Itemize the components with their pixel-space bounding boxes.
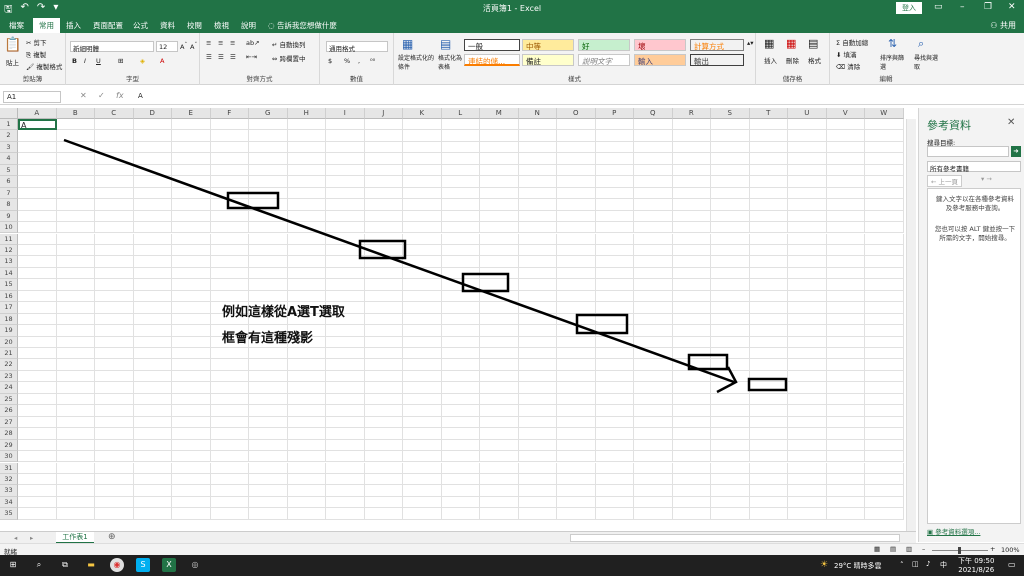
annotation-line-2: 框會有這種殘影 (222, 331, 314, 346)
clock-date: 2021/8/26 (958, 566, 995, 574)
research-help-2: 您也可以按 ALT 鍵並按一下所需的文字，開始搜尋。 (934, 225, 1016, 242)
afterimage-box-3 (461, 272, 510, 293)
pane-close-icon[interactable]: ✕ (1007, 117, 1015, 128)
weather-icon: ☀ (820, 560, 829, 570)
page-break-view-icon[interactable]: ▥ (906, 545, 912, 553)
back-button[interactable]: ← 上一頁 (927, 175, 963, 187)
weather-text[interactable]: 29°C 晴時多雲 (834, 561, 882, 571)
forward-icon[interactable]: ▾ → (981, 175, 992, 183)
excel-taskbar-icon[interactable]: X (162, 558, 176, 572)
app-icon[interactable]: ◎ (188, 558, 202, 572)
zoom-slider-thumb[interactable] (958, 547, 961, 554)
start-icon[interactable]: ⊞ (6, 558, 20, 572)
back-arrow-icon: ← (931, 178, 939, 186)
zoom-out-icon[interactable]: – (922, 545, 925, 553)
notification-icon[interactable]: ▭ (1008, 560, 1016, 569)
task-view-icon[interactable]: ⧉ (58, 558, 72, 572)
page-layout-view-icon[interactable]: ▤ (890, 545, 896, 553)
afterimage-box-4 (575, 313, 629, 335)
zoom-level[interactable]: 100% (1001, 546, 1020, 554)
ime-icon[interactable]: 中 (940, 560, 947, 570)
windows-taskbar: ⊞ ⌕ ⧉ ▬ ◉ S X ◎ ☀ 29°C 晴時多雲 ˄ ◫ ♪ 中 下午 0… (0, 555, 1024, 576)
research-options-label: 參考資料選項... (935, 528, 981, 536)
prev-sheet-icon[interactable]: ◂ (14, 534, 17, 542)
skype-icon[interactable]: S (136, 558, 150, 572)
normal-view-icon[interactable]: ▦ (874, 545, 880, 553)
chrome-icon[interactable]: ◉ (110, 558, 124, 572)
search-go-icon[interactable]: ➜ (1011, 146, 1021, 157)
clock-time: 下午 09:50 (958, 557, 995, 565)
status-bar: 就緒 ▦ ▤ ▥ – + 100% (0, 543, 1024, 556)
add-sheet-icon[interactable]: ⊕ (108, 532, 116, 542)
research-pane: 參考資料 ✕ 搜尋目標: ➜ 所有參考書籍 ← 上一頁 ▾ → 鍵入文字以在各種… (918, 108, 1024, 542)
search-icon[interactable]: ⌕ (32, 558, 46, 572)
options-icon: ▣ (927, 528, 936, 536)
afterimage-box-1 (226, 191, 280, 210)
reference-source-select[interactable]: 所有參考書籍 (927, 161, 1021, 173)
next-sheet-icon[interactable]: ▸ (30, 534, 33, 542)
tray-chevron-icon[interactable]: ˄ (900, 561, 904, 569)
zoom-in-icon[interactable]: + (990, 545, 995, 553)
back-label: 上一頁 (938, 178, 959, 186)
volume-icon[interactable]: ♪ (926, 560, 930, 568)
horizontal-scrollbar[interactable] (570, 534, 900, 542)
research-results-box: 鍵入文字以在各種參考資料及參考服務中查詢。 您也可以按 ALT 鍵並按一下所需的… (927, 188, 1021, 524)
annotation-line-1: 例如這樣從A選T選取 (222, 305, 345, 320)
afterimage-box-6 (747, 377, 788, 392)
research-help-1: 鍵入文字以在各種參考資料及參考服務中查詢。 (936, 195, 1014, 212)
sheet-tabs-bar: ◂ ▸ 工作表1 ⊕ (0, 531, 916, 544)
clock[interactable]: 下午 09:50 2021/8/26 (958, 556, 994, 574)
network-icon[interactable]: ◫ (912, 560, 919, 568)
annotation-overlay (63, 138, 788, 394)
research-search-input[interactable] (927, 146, 1009, 157)
file-explorer-icon[interactable]: ▬ (84, 558, 98, 572)
research-options-link[interactable]: ▣ 參考資料選項... (927, 526, 980, 536)
selection-drag-line (63, 138, 735, 384)
research-pane-title: 參考資料 (927, 119, 971, 132)
